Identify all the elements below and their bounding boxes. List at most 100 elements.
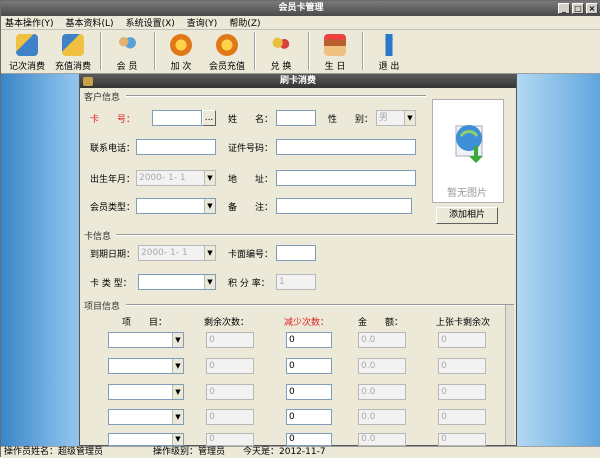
item-select[interactable]: ▼ bbox=[108, 332, 184, 348]
reduce-input[interactable]: 0 bbox=[286, 358, 332, 374]
birthday-icon bbox=[324, 34, 346, 56]
status-level: 操作级别：管理员 bbox=[153, 447, 226, 457]
add-count-button[interactable]: 加 次 bbox=[159, 32, 203, 72]
birthday-button[interactable]: 生 日 bbox=[313, 32, 357, 72]
chevron-down-icon: ▼ bbox=[172, 434, 183, 445]
close-button[interactable]: × bbox=[586, 3, 598, 14]
note-input[interactable] bbox=[276, 198, 412, 214]
chevron-down-icon: ▼ bbox=[404, 111, 415, 125]
status-bar: 操作员姓名：超级管理员 操作级别：管理员 今天是：2012-11-7 bbox=[1, 446, 600, 458]
points-rate-input[interactable]: 1 bbox=[276, 274, 316, 290]
menu-basic-data[interactable]: 基本资料(L) bbox=[66, 16, 114, 29]
birth-date-picker[interactable]: 2000- 1- 1 ▼ bbox=[136, 170, 216, 186]
chevron-down-icon: ▼ bbox=[172, 410, 183, 424]
last-remaining-input[interactable]: 0 bbox=[438, 433, 486, 446]
exit-icon bbox=[378, 34, 400, 56]
phone-label: 联系电话： bbox=[90, 144, 136, 154]
amount-input[interactable]: 0.0 bbox=[358, 409, 406, 425]
recharge-consume-button[interactable]: 充值消费 bbox=[51, 32, 95, 72]
card-face-input[interactable] bbox=[276, 245, 316, 261]
reduce-input[interactable]: 0 bbox=[286, 384, 332, 400]
card-consume-icon bbox=[16, 34, 38, 56]
item-select[interactable]: ▼ bbox=[108, 384, 184, 400]
id-no-input[interactable] bbox=[276, 139, 416, 155]
members-button[interactable]: 会 员 bbox=[105, 32, 149, 72]
item-select[interactable]: ▼ bbox=[108, 433, 184, 446]
expiry-label: 到期日期： bbox=[90, 250, 136, 260]
note-label: 备 注： bbox=[228, 203, 274, 213]
name-input[interactable] bbox=[276, 110, 316, 126]
recharge-consume-icon bbox=[62, 34, 84, 56]
col-last-header: 上张卡剩余次 bbox=[436, 318, 491, 328]
id-no-label: 证件号码： bbox=[228, 144, 274, 154]
remaining-input[interactable]: 0 bbox=[206, 433, 254, 446]
member-photo: 暂无图片 bbox=[432, 99, 504, 203]
gender-select[interactable]: 男 ▼ bbox=[376, 110, 416, 126]
last-remaining-input[interactable]: 0 bbox=[438, 384, 486, 400]
add-photo-button[interactable]: 添加相片 bbox=[436, 207, 498, 224]
menu-help[interactable]: 帮助(Z) bbox=[229, 16, 260, 29]
member-recharge-button[interactable]: 会员充值 bbox=[205, 32, 249, 72]
card-type-label: 卡 类 型： bbox=[90, 279, 132, 289]
member-type-select[interactable]: ▼ bbox=[136, 198, 216, 214]
remaining-input[interactable]: 0 bbox=[206, 332, 254, 348]
reduce-input[interactable]: 0 bbox=[286, 332, 332, 348]
dialog-title: 刷卡消费 bbox=[279, 76, 316, 86]
status-date: 今天是：2012-11-7 bbox=[243, 447, 326, 457]
item-select[interactable]: ▼ bbox=[108, 409, 184, 425]
card-browse-button[interactable]: ... bbox=[202, 110, 216, 126]
minimize-button[interactable]: _ bbox=[558, 3, 570, 14]
card-no-label: 卡 号： bbox=[90, 115, 136, 125]
photo-placeholder-text: 暂无图片 bbox=[447, 188, 487, 199]
phone-input[interactable] bbox=[136, 139, 216, 155]
status-operator: 操作员姓名：超级管理员 bbox=[4, 447, 104, 457]
items-group-label: 项目信息 bbox=[84, 302, 121, 312]
calendar-dropdown-icon: ▼ bbox=[204, 171, 215, 185]
amount-input[interactable]: 0.0 bbox=[358, 332, 406, 348]
col-remaining-header: 剩余次数： bbox=[204, 318, 250, 328]
exit-button[interactable]: 退 出 bbox=[367, 32, 411, 72]
amount-input[interactable]: 0.0 bbox=[358, 433, 406, 446]
gender-label: 性 别： bbox=[328, 115, 374, 125]
items-scrollbar[interactable] bbox=[505, 305, 514, 445]
member-recharge-icon bbox=[216, 34, 238, 56]
amount-input[interactable]: 0.0 bbox=[358, 358, 406, 374]
address-label: 地 址： bbox=[228, 175, 274, 185]
card-consume-button[interactable]: 记次消费 bbox=[5, 32, 49, 72]
card-group-label: 卡信息 bbox=[84, 232, 112, 242]
reduce-input[interactable]: 0 bbox=[286, 433, 332, 446]
customer-group-label: 客户信息 bbox=[84, 93, 121, 103]
menu-settings[interactable]: 系统设置(X) bbox=[126, 16, 175, 29]
remaining-input[interactable]: 0 bbox=[206, 409, 254, 425]
col-amount-header: 金 额： bbox=[358, 318, 404, 328]
main-window: 会员卡管理 _ □ × 基本操作(Y) 基本资料(L) 系统设置(X) 查询(Y… bbox=[0, 0, 600, 458]
menu-query[interactable]: 查询(Y) bbox=[187, 16, 218, 29]
exchange-button[interactable]: 兑 换 bbox=[259, 32, 303, 72]
card-no-input[interactable] bbox=[152, 110, 202, 126]
menu-basic-ops[interactable]: 基本操作(Y) bbox=[5, 16, 54, 29]
remaining-input[interactable]: 0 bbox=[206, 384, 254, 400]
calendar-dropdown-icon: ▼ bbox=[204, 246, 215, 260]
photo-placeholder-icon bbox=[455, 125, 483, 163]
toolbar: 记次消费 充值消费 会 员 加 次 会员充值 兑 换 生 日 退 出 bbox=[1, 30, 600, 74]
card-consume-dialog: 刷卡消费 客户信息 卡 号： ... 姓 名： 性 别： 男 ▼ 联系电话： 证件… bbox=[79, 74, 517, 446]
address-input[interactable] bbox=[276, 170, 416, 186]
card-type-select[interactable]: ▼ bbox=[138, 274, 216, 290]
member-type-label: 会员类型： bbox=[90, 203, 136, 213]
dialog-icon bbox=[83, 77, 93, 86]
last-remaining-input[interactable]: 0 bbox=[438, 332, 486, 348]
card-face-label: 卡面编号： bbox=[228, 250, 274, 260]
item-select[interactable]: ▼ bbox=[108, 358, 184, 374]
name-label: 姓 名： bbox=[228, 115, 274, 125]
remaining-input[interactable]: 0 bbox=[206, 358, 254, 374]
chevron-down-icon: ▼ bbox=[204, 199, 215, 213]
last-remaining-input[interactable]: 0 bbox=[438, 358, 486, 374]
birth-label: 出生年月： bbox=[90, 175, 136, 185]
reduce-input[interactable]: 0 bbox=[286, 409, 332, 425]
maximize-button[interactable]: □ bbox=[572, 3, 584, 14]
menu-bar: 基本操作(Y) 基本资料(L) 系统设置(X) 查询(Y) 帮助(Z) bbox=[1, 16, 600, 30]
last-remaining-input[interactable]: 0 bbox=[438, 409, 486, 425]
expiry-date-picker[interactable]: 2000- 1- 1 ▼ bbox=[138, 245, 216, 261]
chevron-down-icon: ▼ bbox=[172, 359, 183, 373]
amount-input[interactable]: 0.0 bbox=[358, 384, 406, 400]
